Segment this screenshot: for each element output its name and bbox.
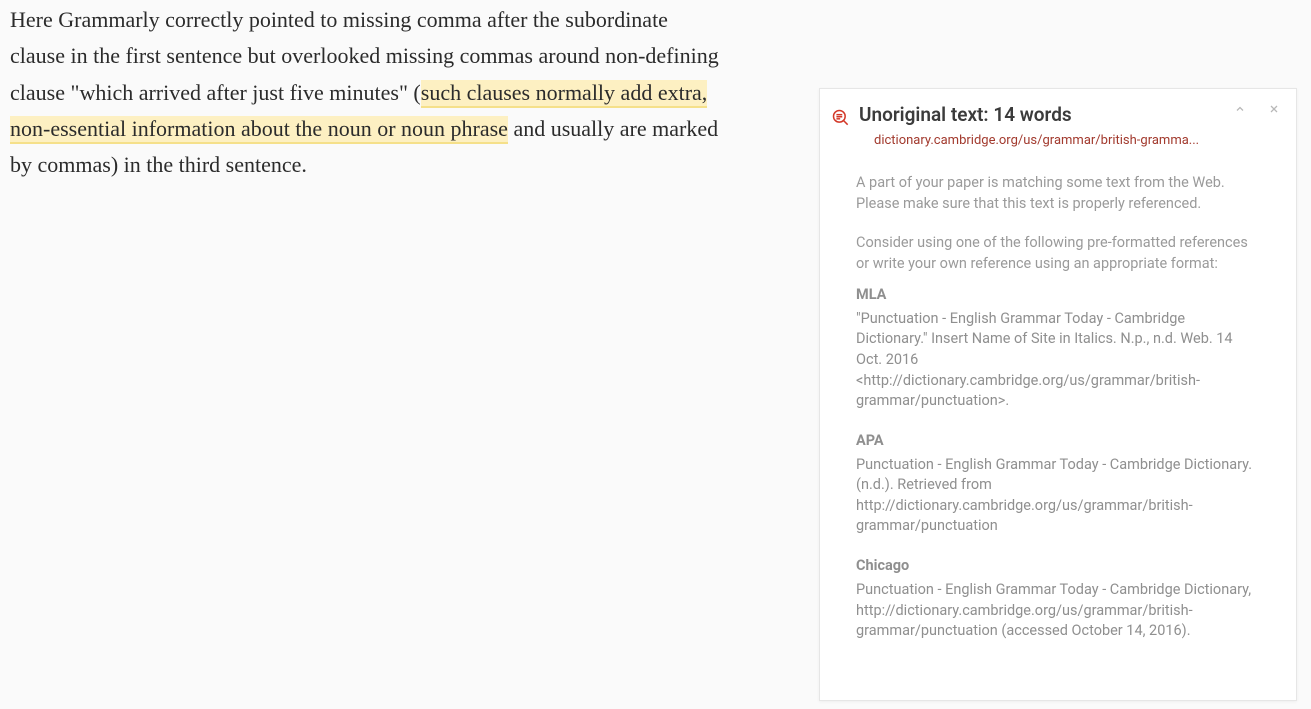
ref-text-mla: "Punctuation - English Grammar Today - C…: [856, 309, 1260, 412]
card-header: Unoriginal text: 14 words dictionary.cam…: [820, 89, 1296, 148]
plagiarism-card: Unoriginal text: 14 words dictionary.cam…: [819, 88, 1297, 701]
ref-label-chicago: Chicago: [856, 555, 1260, 576]
card-paragraph-1: A part of your paper is matching some te…: [856, 172, 1260, 214]
card-paragraph-2: Consider using one of the following pre-…: [856, 232, 1260, 274]
ref-text-apa: Punctuation - English Grammar Today - Ca…: [856, 455, 1260, 537]
ref-label-mla: MLA: [856, 284, 1260, 305]
card-title: Unoriginal text: 14 words: [859, 103, 1256, 128]
ref-label-apa: APA: [856, 430, 1260, 451]
ref-text-chicago: Punctuation - English Grammar Today - Ca…: [856, 580, 1260, 642]
card-source-link[interactable]: dictionary.cambridge.org/us/grammar/brit…: [874, 133, 1256, 148]
card-body: A part of your paper is matching some te…: [820, 148, 1296, 642]
main-paragraph: Here Grammarly correctly pointed to miss…: [10, 2, 720, 183]
plagiarism-icon: [831, 108, 853, 130]
